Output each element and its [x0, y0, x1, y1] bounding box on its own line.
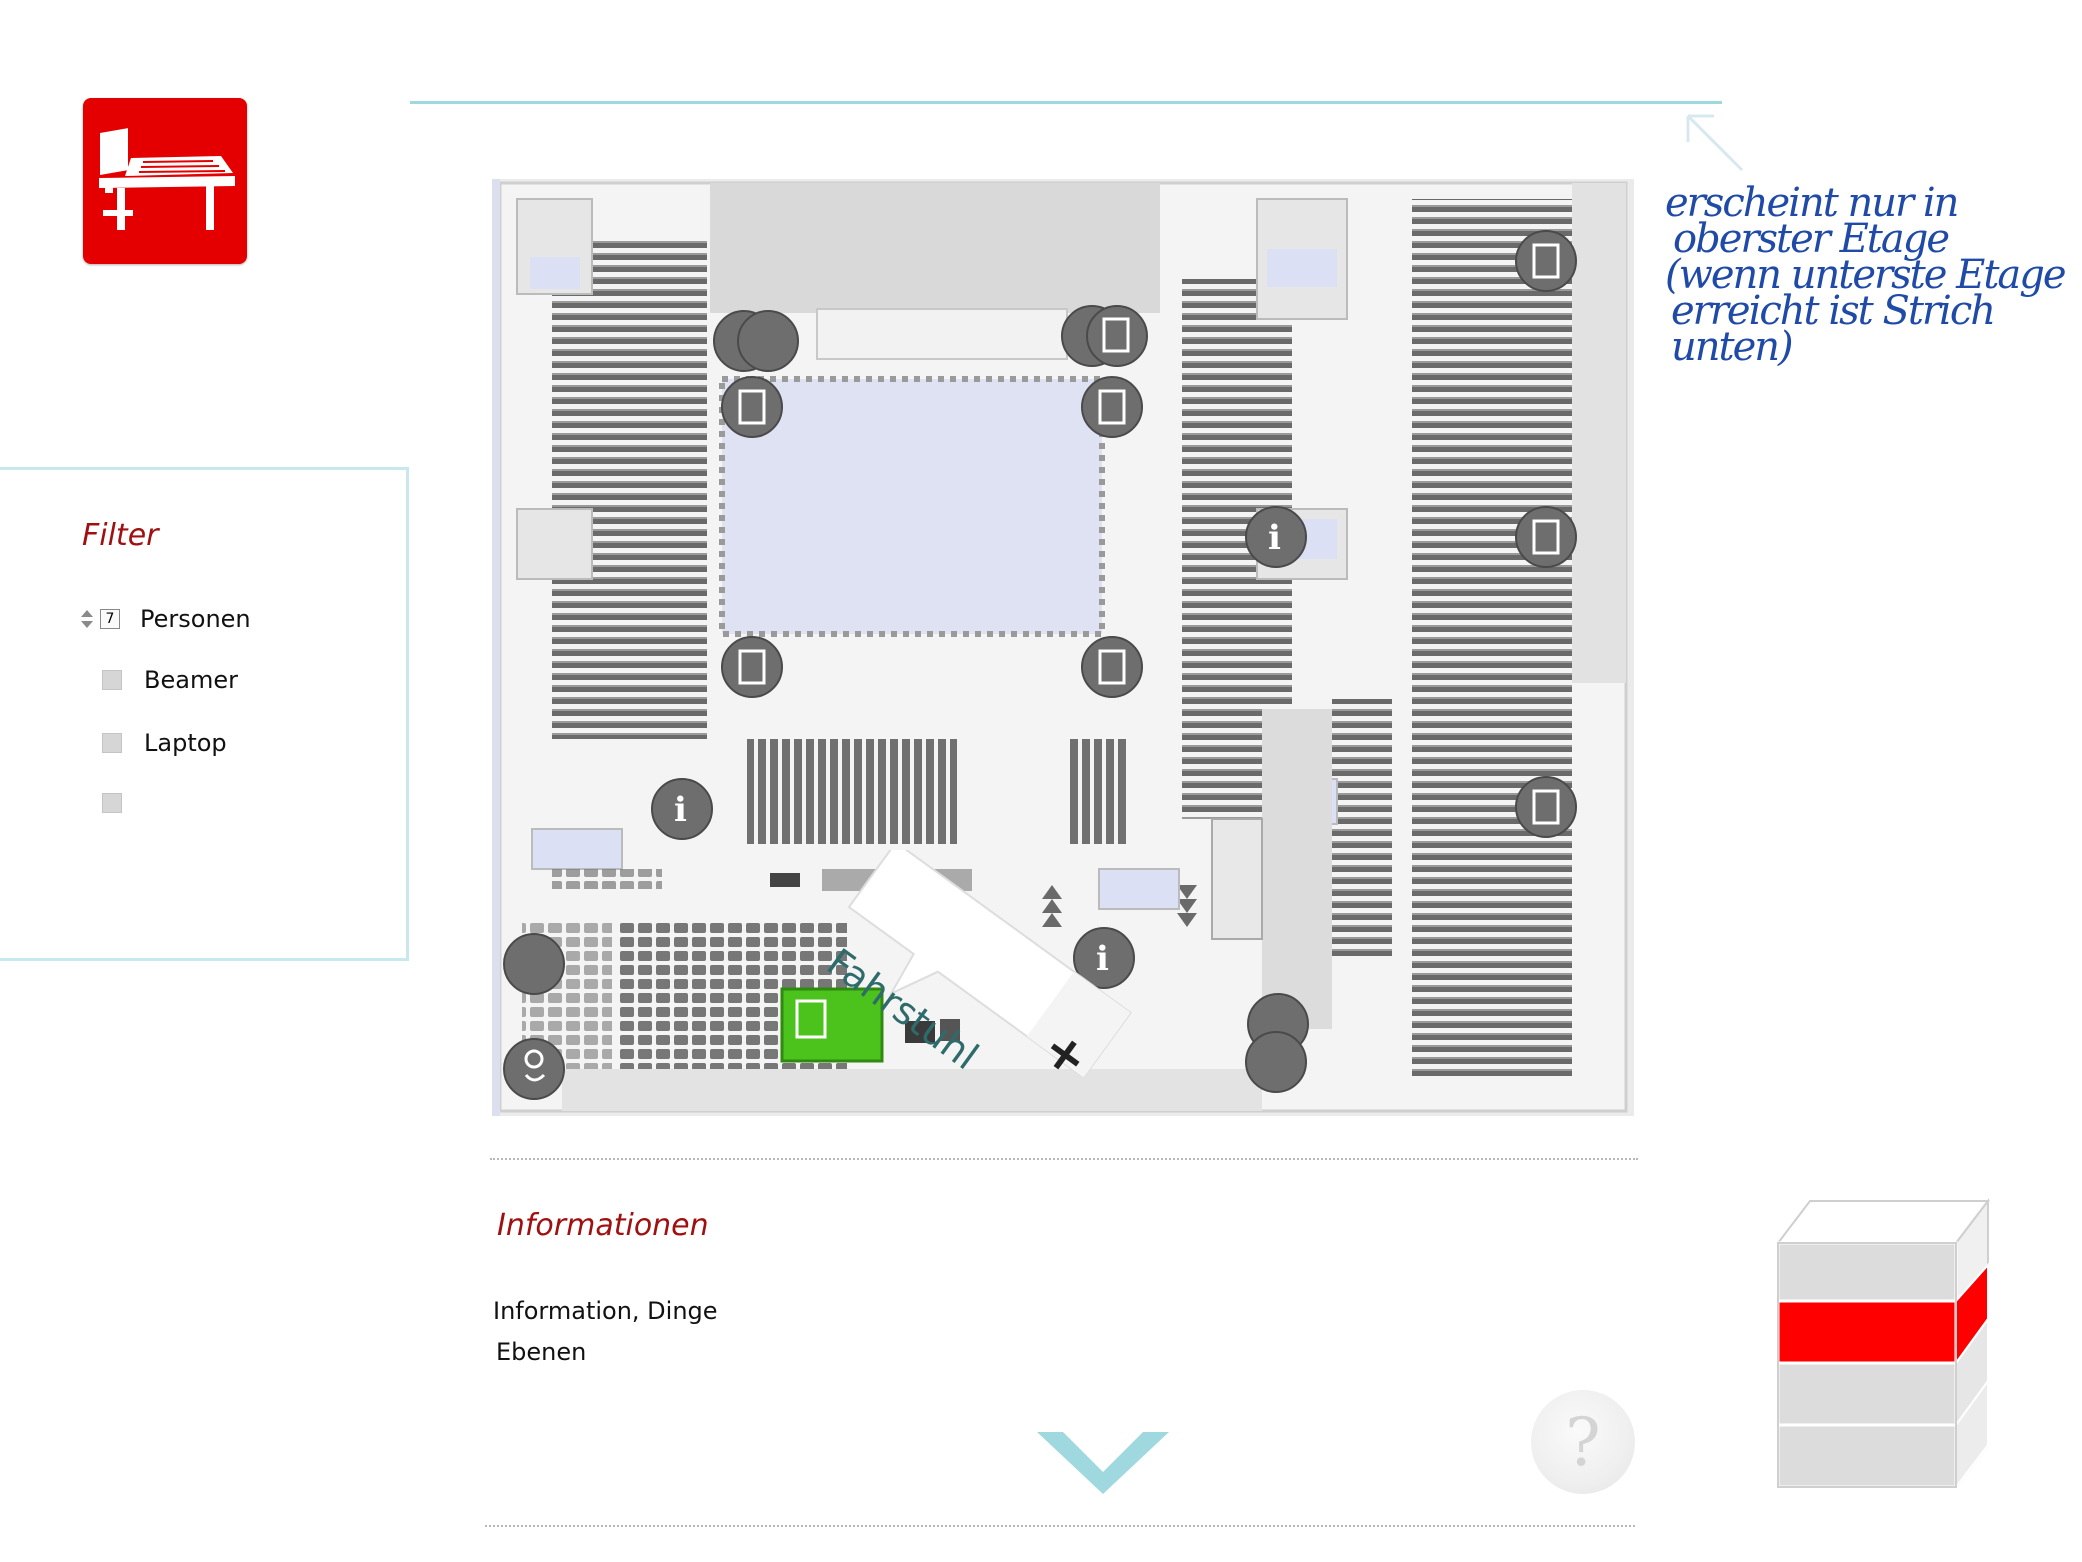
- chevron-down-icon[interactable]: [1033, 1428, 1173, 1498]
- persons-count-input[interactable]: 7: [100, 609, 120, 629]
- filter-row-laptop[interactable]: Laptop: [80, 726, 227, 760]
- filter-row-personen: 7 Personen: [80, 602, 251, 636]
- filter-title: Filter: [82, 518, 159, 553]
- empty-checkbox[interactable]: [102, 793, 122, 813]
- annotation-arrow-icon: [1686, 114, 1744, 172]
- annotation-line-5: unten): [1671, 324, 1794, 370]
- svg-text:i: i: [1268, 518, 1281, 558]
- help-icon: ?: [1565, 1403, 1601, 1481]
- annotation-note: erscheint nur in oberster Etage (wenn un…: [1665, 183, 2082, 370]
- elevator-tooltip[interactable]: Fahrstuhl +: [805, 840, 1165, 1100]
- info-line-2: Ebenen: [496, 1338, 587, 1366]
- info-line-1: Information, Dinge: [493, 1297, 718, 1325]
- beamer-checkbox[interactable]: [102, 670, 122, 690]
- desk-icon: [99, 128, 235, 230]
- filter-label-beamer: Beamer: [144, 666, 238, 694]
- filter-label-laptop: Laptop: [144, 729, 227, 757]
- floor-stack-icon: [1775, 1198, 1991, 1490]
- help-button[interactable]: ?: [1531, 1390, 1635, 1494]
- filter-row-empty[interactable]: [80, 786, 144, 820]
- filter-row-beamer[interactable]: Beamer: [80, 663, 238, 697]
- svg-text:i: i: [674, 790, 687, 830]
- filter-panel: [0, 467, 409, 961]
- laptop-checkbox[interactable]: [102, 733, 122, 753]
- top-divider: [410, 101, 1722, 104]
- info-title: Informationen: [497, 1208, 709, 1243]
- stepper-arrows-icon[interactable]: [80, 608, 94, 630]
- floor-selector[interactable]: [1770, 1195, 1991, 1495]
- info-bottom-divider: [485, 1525, 1635, 1527]
- app-logo[interactable]: [83, 98, 247, 264]
- filter-label-personen: Personen: [140, 605, 251, 633]
- info-top-divider: [490, 1158, 1638, 1160]
